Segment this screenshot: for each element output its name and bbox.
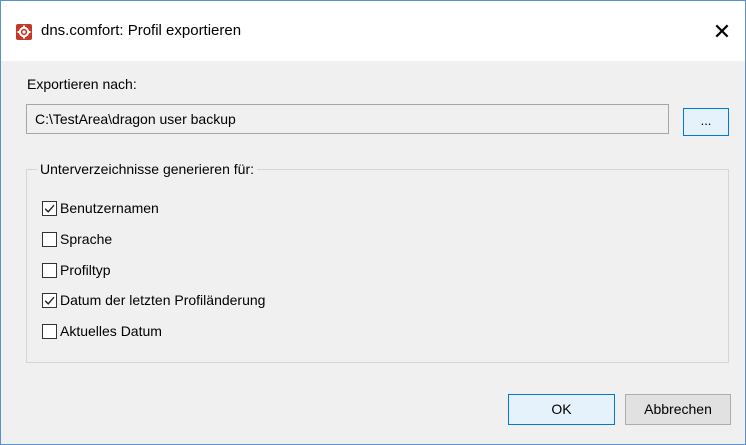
- export-path-field[interactable]: C:\TestArea\dragon user backup: [26, 104, 669, 134]
- checkbox-label: Datum der letzten Profiländerung: [60, 292, 266, 308]
- checkbox-label: Aktuelles Datum: [60, 323, 162, 339]
- checkbox-box[interactable]: [42, 262, 57, 278]
- checkbox-profiltyp[interactable]: Profiltyp: [42, 260, 111, 280]
- checkbox-benutzernamen[interactable]: Benutzernamen: [42, 198, 159, 218]
- cancel-button[interactable]: Abbrechen: [625, 394, 731, 425]
- checkbox-label: Profiltyp: [60, 262, 111, 278]
- window-title: dns.comfort: Profil exportieren: [41, 22, 242, 39]
- subdirectory-group-label: Unterverzeichnisse generieren für:: [37, 161, 257, 177]
- checkbox-label: Benutzernamen: [60, 200, 159, 216]
- checkbox-datum-profilaenderung[interactable]: Datum der letzten Profiländerung: [42, 290, 265, 310]
- checkbox-box[interactable]: [42, 292, 57, 308]
- check-icon: [44, 296, 55, 305]
- checkbox-sprache[interactable]: Sprache: [42, 229, 112, 249]
- checkbox-box[interactable]: [42, 323, 57, 339]
- checkbox-box[interactable]: [42, 200, 57, 216]
- gear-icon: [16, 24, 32, 40]
- checkbox-label: Sprache: [60, 231, 113, 247]
- browse-button[interactable]: ...: [683, 108, 729, 136]
- dialog-window: dns.comfort: Profil exportieren ✕ Export…: [0, 0, 746, 445]
- title-bar: dns.comfort: Profil exportieren ✕: [1, 1, 745, 61]
- ok-button[interactable]: OK: [508, 394, 615, 425]
- checkbox-box[interactable]: [42, 231, 57, 247]
- export-target-label: Exportieren nach:: [27, 76, 137, 92]
- checkbox-aktuelles-datum[interactable]: Aktuelles Datum: [42, 321, 162, 341]
- check-icon: [44, 204, 55, 213]
- close-icon[interactable]: ✕: [699, 14, 745, 50]
